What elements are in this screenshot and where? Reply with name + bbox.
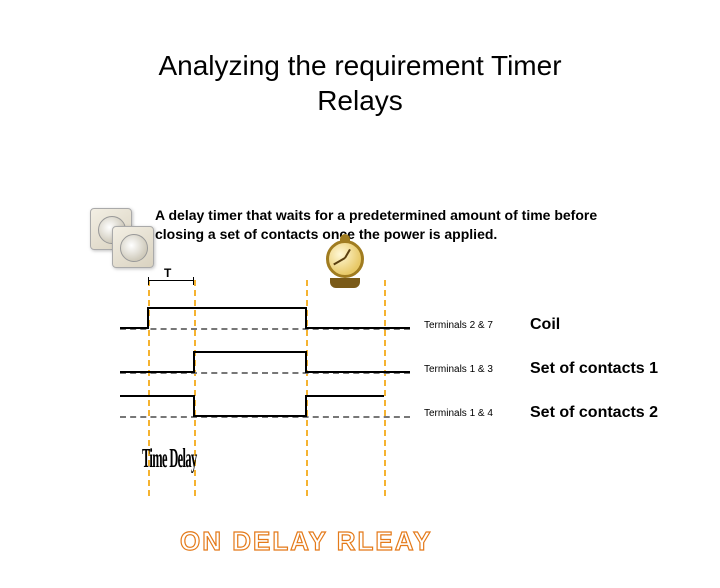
t-interval-bracket <box>148 280 194 288</box>
terminal-label: Terminals 1 & 4 <box>424 408 493 419</box>
terminal-label: Terminals 2 & 7 <box>424 320 493 331</box>
description-text: A delay timer that waits for a predeterm… <box>155 206 645 244</box>
relay-icon <box>112 226 154 268</box>
role-label: Set of contacts 2 <box>530 404 658 422</box>
signal-contacts-2 <box>120 392 410 422</box>
t-label: T <box>164 266 171 280</box>
role-label: Set of contacts 1 <box>530 360 658 378</box>
time-delay-label: Time Delay <box>142 444 197 475</box>
signal-coil <box>120 304 410 334</box>
title-line-1: Analyzing the requirement Timer <box>158 50 561 81</box>
alarm-clock-icon <box>322 236 368 282</box>
role-label: Coil <box>530 316 560 334</box>
footer-title: ON DELAY RLEAY <box>180 526 432 557</box>
signal-contacts-1 <box>120 348 410 378</box>
terminal-label: Terminals 1 & 3 <box>424 364 493 375</box>
timer-relay-illustration <box>90 198 160 268</box>
title-line-2: Relays <box>317 85 403 116</box>
page-title: Analyzing the requirement Timer Relays <box>0 48 720 118</box>
